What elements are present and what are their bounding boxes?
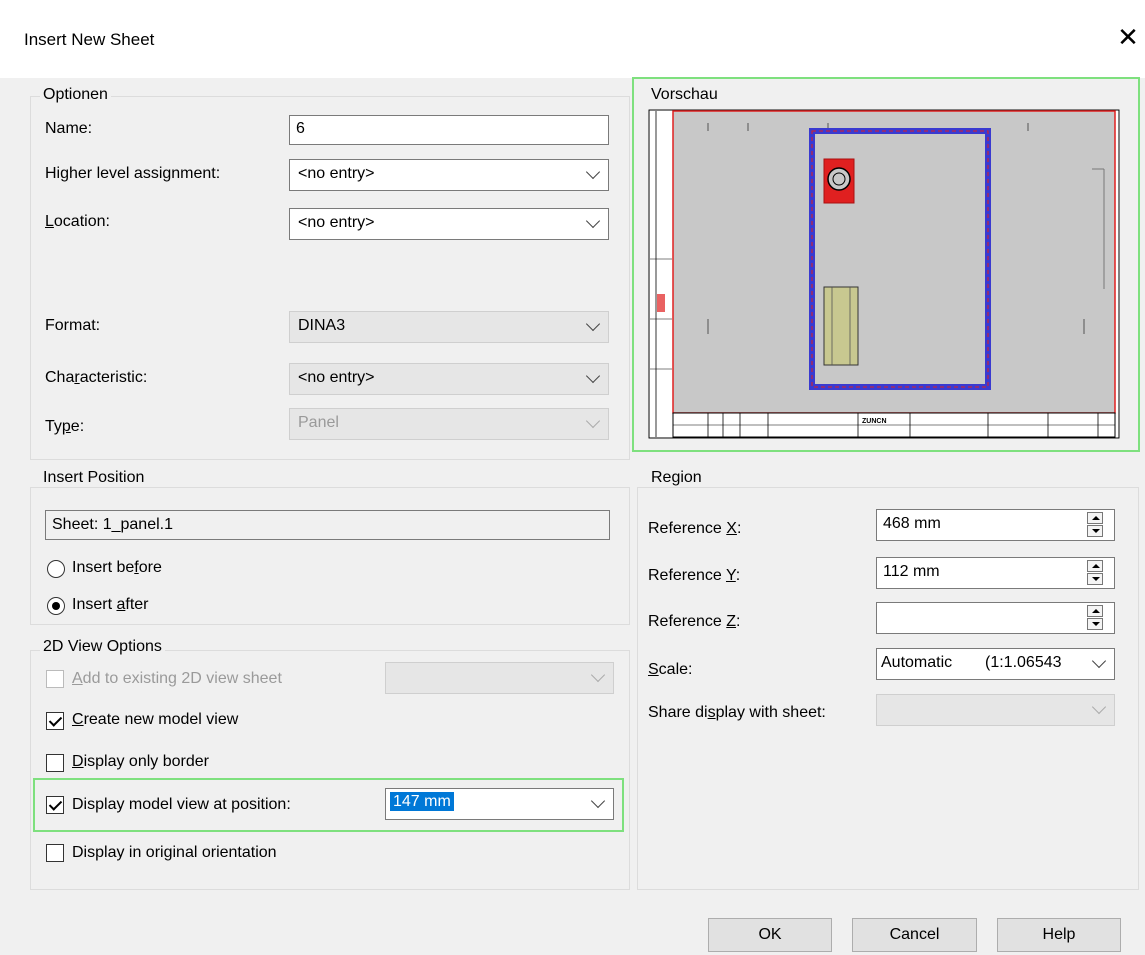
options-group [30,96,630,460]
ref-y-input[interactable]: 112 mm [876,557,1115,589]
ref-y-label: Reference Y: [648,567,741,584]
insert-position-legend: Insert Position [40,469,148,487]
dialog-title: Insert New Sheet [24,30,155,49]
location-value: <no entry> [298,214,375,231]
spin-down-icon[interactable] [1087,525,1103,537]
region-legend: Region [648,469,705,487]
ref-x-spinner[interactable] [1087,511,1105,539]
original-orientation-label[interactable]: Display in original orientation [72,844,277,862]
title-bar [0,0,1145,78]
chevron-down-icon [590,667,606,683]
higher-level-combo[interactable]: <no entry> [289,159,609,191]
ref-x-label: Reference X: [648,520,742,537]
original-orientation-checkbox[interactable] [46,844,64,862]
chevron-down-icon [585,368,601,384]
ref-z-label: Reference Z: [648,613,741,630]
at-position-label[interactable]: Display model view at position: [72,796,291,814]
cancel-button[interactable]: Cancel [852,918,977,952]
name-input[interactable]: 6 [289,115,609,145]
insert-before-radio[interactable] [47,560,65,578]
ref-y-spinner[interactable] [1087,559,1105,587]
view-options-legend: 2D View Options [40,638,165,656]
insert-after-radio[interactable] [47,597,65,615]
at-position-combo[interactable]: 147 mm [385,788,614,820]
spin-down-icon[interactable] [1087,573,1103,585]
options-legend: Optionen [40,86,111,104]
format-combo[interactable]: DINA3 [289,311,609,343]
higher-level-label: Higher level assignment: [45,165,221,182]
close-icon[interactable]: ✕ [1114,22,1142,52]
at-position-value[interactable]: 147 mm [390,792,454,811]
chevron-down-icon [1091,699,1107,715]
chevron-down-icon [590,793,606,809]
at-position-checkbox[interactable] [46,796,64,814]
type-combo: Panel [289,408,609,440]
share-label: Share display with sheet: [648,704,826,721]
scale-mode: Automatic [881,654,953,671]
spin-down-icon[interactable] [1087,618,1103,630]
ref-x-value: 468 mm [883,515,941,532]
spin-up-icon[interactable] [1087,605,1103,617]
ref-z-spinner[interactable] [1087,604,1105,632]
ref-y-value: 112 mm [883,563,940,580]
characteristic-label: Characteristic: [45,369,148,386]
location-label: Location: [45,213,110,230]
higher-level-value: <no entry> [298,165,375,182]
ok-button[interactable]: OK [708,918,832,952]
ref-x-input[interactable]: 468 mm [876,509,1115,541]
location-combo[interactable]: <no entry> [289,208,609,240]
name-label: Name: [45,120,93,137]
add-existing-label: Add to existing 2D view sheet [72,670,282,687]
only-border-checkbox[interactable] [46,754,64,772]
chevron-down-icon [585,164,601,180]
preview-image: ZUNCN [648,109,1120,439]
only-border-label[interactable]: Display only border [72,753,209,771]
chevron-down-icon [585,413,601,429]
spin-up-icon[interactable] [1087,512,1103,524]
chevron-down-icon [1091,653,1107,669]
spin-up-icon[interactable] [1087,560,1103,572]
region-group [637,487,1139,890]
existing-sheet-combo [385,662,614,694]
format-label: Format: [45,317,101,334]
scale-label: Scale: [648,661,693,678]
ref-z-input[interactable] [876,602,1115,634]
help-button[interactable]: Help [997,918,1121,952]
characteristic-combo[interactable]: <no entry> [289,363,609,395]
preview-legend: Vorschau [648,86,721,104]
chevron-down-icon [585,213,601,229]
create-new-label[interactable]: Create new model view [72,711,238,729]
scale-ratio: (1:1.06543 [985,654,1062,671]
type-value: Panel [298,414,339,431]
insert-after-label[interactable]: Insert after [72,596,149,614]
scale-combo[interactable]: Automatic (1:1.06543 [876,648,1115,680]
chevron-down-icon [585,316,601,332]
insert-before-label[interactable]: Insert before [72,559,162,577]
sheet-field: Sheet: 1_panel.1 [45,510,610,540]
format-value: DINA3 [298,317,346,334]
add-existing-checkbox[interactable] [46,670,64,688]
characteristic-value: <no entry> [298,369,375,386]
share-combo [876,694,1115,726]
preview-stamp: ZUNCN [862,418,887,425]
create-new-checkbox[interactable] [46,712,64,730]
type-label: Type: [45,418,85,435]
